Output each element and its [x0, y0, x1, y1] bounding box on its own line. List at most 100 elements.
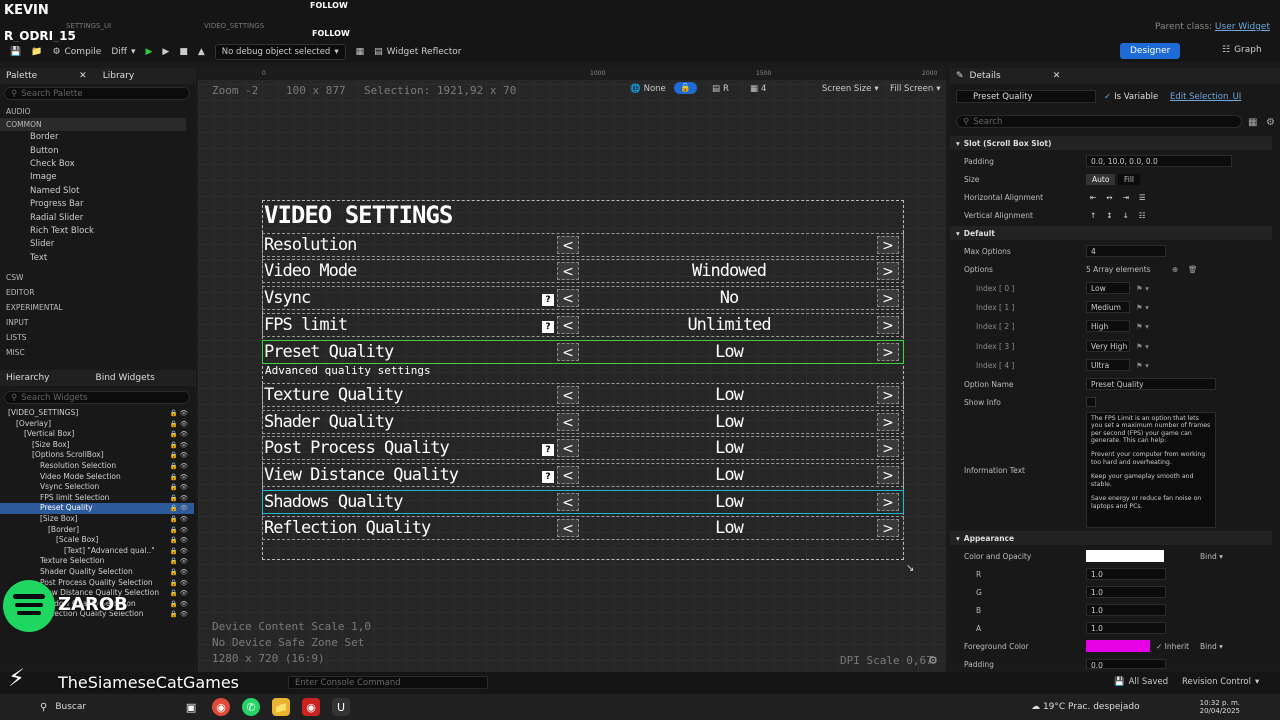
all-saved-button[interactable]: 💾 All Saved — [1114, 677, 1168, 687]
grid-view-icon[interactable]: ▦ — [1248, 117, 1257, 128]
palette-item-text[interactable]: Text — [0, 252, 186, 265]
arrow-left-button[interactable]: < — [557, 343, 579, 361]
color-swatch-magenta[interactable] — [1086, 640, 1150, 652]
add-icon[interactable]: ⊕ — [1172, 265, 1178, 274]
info-icon[interactable]: ? — [542, 471, 554, 483]
tab-bind-widgets[interactable]: Bind Widgets — [96, 373, 155, 383]
arrow-right-button[interactable]: > — [877, 466, 899, 484]
flag-icon[interactable]: ⚑ ▾ — [1136, 303, 1149, 312]
setting-row[interactable]: View Distance Quality? < Low > — [262, 463, 904, 487]
hierarchy-item[interactable]: [Size Box] 🔒 👁 — [0, 514, 194, 525]
flag-icon[interactable]: ⚑ ▾ — [1136, 322, 1149, 331]
hierarchy-item[interactable]: [Overlay] 🔒 👁 — [0, 419, 194, 430]
parent-class-link[interactable]: User Widget — [1215, 22, 1270, 32]
option-index-field[interactable]: Low — [1086, 282, 1130, 294]
browse-icon[interactable]: 📁 — [31, 47, 42, 57]
flag-icon[interactable]: ⚑ ▾ — [1136, 284, 1149, 293]
hierarchy-search[interactable]: ⚲ Search Widgets — [4, 391, 190, 404]
padding-field[interactable]: 0.0, 10.0, 0.0, 0.0 — [1086, 155, 1232, 167]
lock-eye-icon[interactable]: 🔒 👁 — [170, 461, 188, 472]
option-index-field[interactable]: Medium — [1086, 301, 1130, 313]
lock-eye-icon[interactable]: 🔒 👁 — [170, 419, 188, 430]
none-button[interactable]: 🌐 None — [630, 84, 666, 94]
hierarchy-item[interactable]: Resolution Selection 🔒 👁 — [0, 461, 194, 472]
arrow-right-button[interactable]: > — [877, 439, 899, 457]
arrow-left-button[interactable]: < — [557, 316, 579, 334]
info-icon[interactable]: ? — [542, 294, 554, 306]
category-experimental[interactable]: EXPERIMENTAL — [0, 301, 186, 314]
gear-icon[interactable]: ⚙ — [928, 654, 938, 667]
revision-control-button[interactable]: Revision Control ▾ — [1182, 677, 1259, 687]
step-icon[interactable]: ▶ — [162, 47, 169, 57]
tab-details[interactable]: Details — [970, 71, 1001, 81]
arrow-left-button[interactable]: < — [557, 519, 579, 537]
palette-item-radial-slider[interactable]: Radial Slider — [0, 211, 186, 224]
padding-2-field[interactable]: 0.0 — [1086, 659, 1166, 670]
hierarchy-item[interactable]: [Text] "Advanced qual.." 🔒 👁 — [0, 546, 194, 557]
close-icon[interactable]: ✕ — [1053, 71, 1061, 81]
setting-row[interactable]: Reflection Quality < Low > — [262, 516, 904, 540]
trash-icon[interactable]: 🗑 — [1188, 265, 1198, 274]
hierarchy-item[interactable]: [Scale Box] 🔒 👁 — [0, 535, 194, 546]
diff-button[interactable]: Diff ▾ — [111, 47, 135, 57]
lock-eye-icon[interactable]: 🔒 👁 — [170, 440, 188, 451]
option-index-field[interactable]: Very High — [1086, 340, 1130, 352]
arrow-right-button[interactable]: > — [877, 519, 899, 537]
max-options-field[interactable]: 4 — [1086, 245, 1166, 257]
lock-eye-icon[interactable]: 🔒 👁 — [170, 514, 188, 525]
halign-buttons[interactable]: ⇤↔⇥☰ — [1090, 193, 1156, 202]
widget-name-field[interactable]: Preset Quality — [956, 90, 1096, 103]
category-lists[interactable]: LISTS — [0, 331, 186, 344]
lock-eye-icon[interactable]: 🔒 👁 — [170, 535, 188, 546]
hierarchy-item[interactable]: [Vertical Box] 🔒 👁 — [0, 429, 194, 440]
arrow-right-button[interactable]: > — [877, 493, 899, 511]
arrow-right-button[interactable]: > — [877, 386, 899, 404]
hierarchy-item[interactable]: FPS limit Selection 🔒 👁 — [0, 493, 194, 504]
category-misc[interactable]: MISC — [0, 346, 186, 359]
settings-icon[interactable]: ⚙ — [1266, 117, 1275, 128]
flag-icon[interactable]: ⚑ ▾ — [1136, 361, 1149, 370]
arrow-right-button[interactable]: > — [877, 262, 899, 280]
arrow-right-button[interactable]: > — [877, 236, 899, 254]
hierarchy-item[interactable]: Shader Quality Selection 🔒 👁 — [0, 567, 194, 578]
flag-icon[interactable]: ⚑ ▾ — [1136, 342, 1149, 351]
palette-item-progress-bar[interactable]: Progress Bar — [0, 198, 186, 211]
lock-eye-icon[interactable]: 🔒 👁 — [170, 588, 188, 599]
color-swatch-white[interactable] — [1086, 550, 1164, 562]
clock[interactable]: 10:32 p. m. 20/04/2025 — [1200, 699, 1240, 715]
palette-search[interactable]: ⚲ Search Palette — [4, 87, 190, 100]
lock-eye-icon[interactable]: 🔒 👁 — [170, 503, 188, 514]
palette-item-border[interactable]: Border — [0, 131, 186, 144]
setting-row[interactable]: Texture Quality < Low > — [262, 383, 904, 407]
info-icon[interactable]: ? — [542, 321, 554, 333]
lock-eye-icon[interactable]: 🔒 👁 — [170, 578, 188, 589]
close-icon[interactable]: ✕ — [79, 71, 87, 81]
edit-selection-link[interactable]: Edit Selection_UI — [1170, 92, 1241, 102]
resize-handle-icon[interactable]: ↘ — [906, 563, 914, 574]
graph-button[interactable]: ☷ Graph — [1222, 45, 1262, 55]
lock-eye-icon[interactable]: 🔒 👁 — [170, 450, 188, 461]
show-info-checkbox[interactable] — [1086, 397, 1096, 407]
category-common[interactable]: COMMON — [0, 118, 186, 131]
save-icon[interactable]: 💾 — [10, 47, 21, 57]
tab-settings-ui[interactable]: SETTINGS_UI — [66, 22, 111, 30]
hierarchy-item[interactable]: Texture Selection 🔒 👁 — [0, 556, 194, 567]
a-field[interactable]: 1.0 — [1086, 622, 1166, 634]
chrome-icon[interactable]: ◉ — [212, 698, 231, 716]
setting-row[interactable]: Resolution < > — [262, 233, 904, 257]
lock-toggle[interactable]: 🔒 — [674, 82, 697, 94]
obs-icon[interactable]: ◉ — [302, 698, 321, 716]
arrow-left-button[interactable]: < — [557, 413, 579, 431]
category-input[interactable]: INPUT — [0, 316, 186, 329]
r-toggle[interactable]: ▤ R — [712, 84, 729, 94]
lock-eye-icon[interactable]: 🔒 👁 — [170, 408, 188, 419]
category-editor[interactable]: EDITOR — [0, 286, 186, 299]
hierarchy-item[interactable]: [Options ScrollBox] 🔒 👁 — [0, 450, 194, 461]
unreal-icon[interactable]: U — [332, 698, 351, 716]
lock-eye-icon[interactable]: 🔒 👁 — [170, 599, 188, 610]
setting-row[interactable]: Shadows Quality < Low > — [262, 490, 904, 514]
valign-buttons[interactable]: ↑↕↓☷ — [1090, 211, 1156, 220]
tab-hierarchy[interactable]: Hierarchy — [6, 373, 50, 383]
whatsapp-icon[interactable]: ✆ — [242, 698, 261, 716]
g-field[interactable]: 1.0 — [1086, 586, 1166, 598]
